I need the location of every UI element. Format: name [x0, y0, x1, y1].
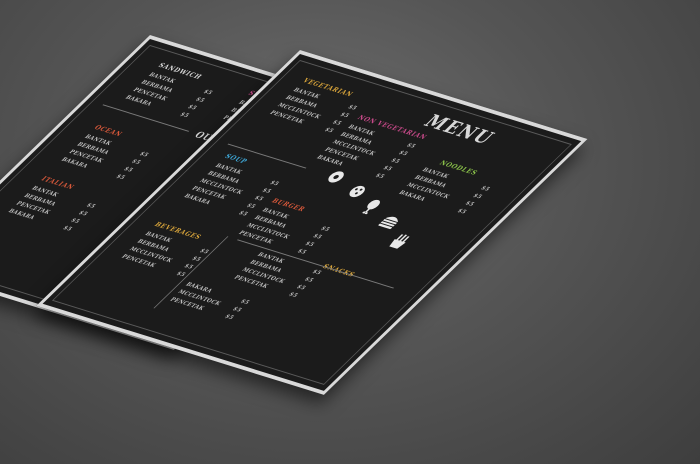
menu-mockup-scene: SANDWICH BANTAK BERBAMA PENCETAK BAKARA … — [0, 0, 700, 464]
